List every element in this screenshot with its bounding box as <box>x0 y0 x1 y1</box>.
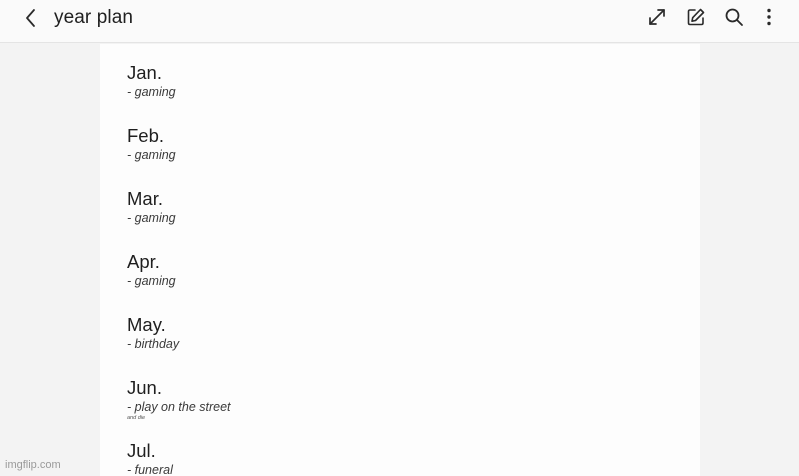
month-heading: Jul. <box>127 440 156 461</box>
month-entry: - birthday <box>127 337 180 351</box>
month-section-jun: Jun. - play on the street and die <box>127 377 687 422</box>
month-section-jan: Jan. - gaming <box>127 62 687 100</box>
expand-button[interactable] <box>645 5 669 29</box>
month-entry: - funeral <box>127 463 173 476</box>
back-button[interactable] <box>18 5 44 31</box>
note-page[interactable]: Jan. - gaming Feb. - gaming Mar. - gamin… <box>100 44 700 476</box>
note-title: year plan <box>54 7 134 28</box>
month-entry: - gaming <box>127 148 176 162</box>
month-section-feb: Feb. - gaming <box>127 125 687 163</box>
month-heading: Mar. <box>127 188 163 209</box>
more-vertical-icon <box>767 8 771 26</box>
month-heading: May. <box>127 314 166 335</box>
search-button[interactable] <box>722 5 746 29</box>
month-section-apr: Apr. - gaming <box>127 251 687 289</box>
watermark-text: imgflip.com <box>5 459 61 471</box>
month-section-mar: Mar. - gaming <box>127 188 687 226</box>
month-heading: Jan. <box>127 62 162 83</box>
month-section-may: May. - birthday <box>127 314 687 352</box>
expand-arrows-icon <box>649 9 665 25</box>
month-heading: Jun. <box>127 377 162 398</box>
month-heading: Feb. <box>127 125 165 146</box>
more-options-button[interactable] <box>757 5 781 29</box>
month-heading: Apr. <box>127 251 160 272</box>
tiny-note-text: and die <box>127 415 146 421</box>
month-entry: - gaming <box>127 211 176 225</box>
edit-button[interactable] <box>684 5 708 29</box>
month-entry: - play on the street <box>127 400 231 414</box>
month-section-jul: Jul. - funeral <box>127 440 687 476</box>
chevron-left-icon <box>26 9 35 27</box>
month-entry: - gaming <box>127 274 176 288</box>
app-toolbar: year plan <box>0 0 799 43</box>
pencil-square-icon <box>687 8 705 26</box>
search-icon <box>725 8 743 26</box>
month-entry: - gaming <box>127 85 176 99</box>
